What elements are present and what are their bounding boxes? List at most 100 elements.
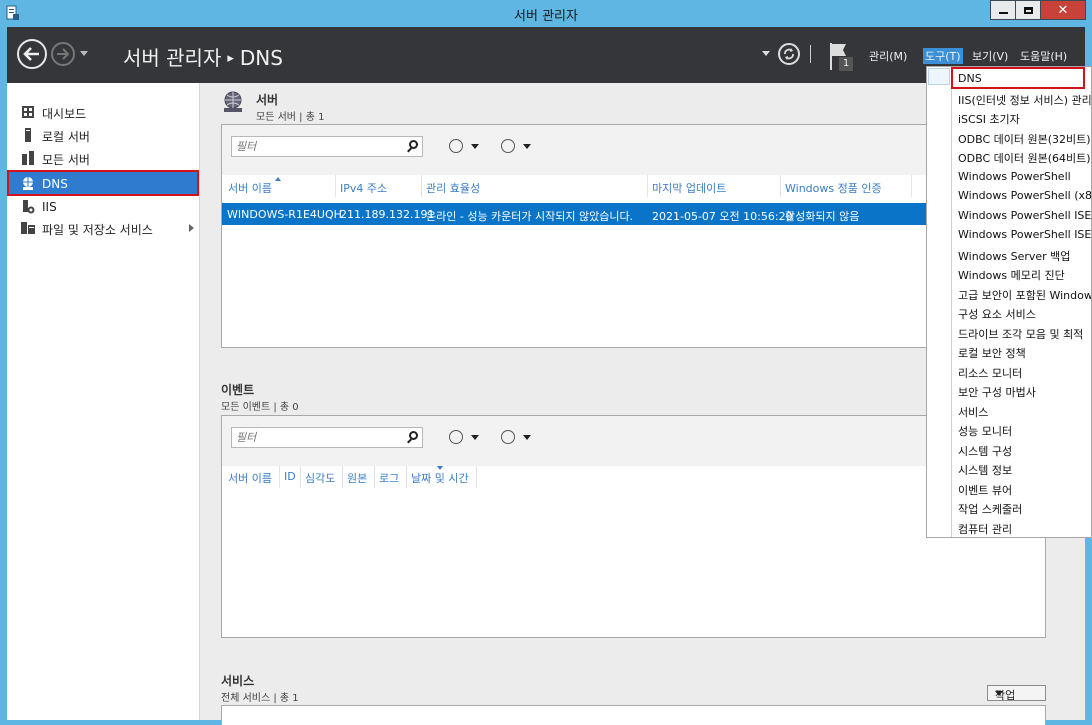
expand-arrow-icon[interactable]	[189, 224, 194, 232]
menu-item-services[interactable]: 서비스	[958, 404, 988, 420]
sidebar: 대시보드 로컬 서버 모든 서버 DNS IIS 파일 및 저장소 서비스	[7, 83, 200, 720]
col-activation[interactable]: Windows 정품 인증	[785, 180, 882, 196]
events-save-query-button[interactable]	[501, 430, 535, 446]
sidebar-item-label: IIS	[42, 200, 57, 214]
servers-filter-box	[231, 136, 423, 157]
maximize-button[interactable]	[1015, 0, 1041, 20]
cell-ipv4: 211.189.132.191	[340, 208, 435, 221]
column-divider[interactable]	[780, 175, 781, 197]
col-datetime[interactable]: 날짜 및 시간	[411, 470, 469, 486]
history-dropdown-icon[interactable]	[80, 51, 88, 56]
events-list-options-button[interactable]	[449, 430, 483, 446]
list-options-icon	[449, 430, 463, 444]
menu-item-powershell-ise-x86[interactable]: Windows PowerShell ISE (x8	[958, 228, 1091, 241]
menu-item-component-services[interactable]: 구성 요소 서비스	[958, 306, 1036, 322]
minimize-icon	[998, 12, 1008, 14]
refresh-button[interactable]	[778, 43, 800, 65]
close-button[interactable]: ✕	[1040, 0, 1086, 20]
col-server-name[interactable]: 서버 이름	[228, 180, 272, 196]
sidebar-item-label: 파일 및 저장소 서비스	[42, 223, 153, 237]
menu-tools[interactable]: 도구(T)	[923, 48, 963, 64]
menu-item-odbc32[interactable]: ODBC 데이터 원본(32비트)	[958, 131, 1091, 147]
menu-item-advanced-firewall[interactable]: 고급 보안이 포함된 Window	[958, 287, 1091, 303]
menu-manage[interactable]: 관리(M)	[869, 48, 907, 64]
col-last-update[interactable]: 마지막 업데이트	[652, 180, 726, 196]
chevron-down-icon	[523, 144, 531, 149]
menu-help[interactable]: 도움말(H)	[1020, 48, 1067, 64]
menu-item-event-viewer[interactable]: 이벤트 뷰어	[958, 482, 1012, 498]
menu-item-performance-monitor[interactable]: 성능 모니터	[958, 423, 1012, 439]
col-manageability[interactable]: 관리 효율성	[426, 180, 480, 196]
back-button[interactable]	[17, 39, 47, 69]
sidebar-item-dashboard[interactable]: 대시보드	[7, 101, 199, 123]
refresh-icon	[784, 48, 794, 60]
breadcrumb-root[interactable]: 서버 관리자	[123, 46, 221, 70]
services-task-button[interactable]: 작업	[987, 685, 1046, 702]
column-divider[interactable]	[374, 466, 375, 488]
col-server-name[interactable]: 서버 이름	[228, 470, 272, 486]
sidebar-item-file-storage[interactable]: 파일 및 저장소 서비스	[7, 217, 199, 239]
forward-button[interactable]	[51, 42, 75, 66]
sort-ascending-icon	[275, 177, 281, 181]
events-filter-input[interactable]	[232, 428, 400, 447]
servers-list-options-button[interactable]	[449, 139, 483, 155]
sidebar-item-iis[interactable]: IIS	[7, 196, 199, 218]
menu-item-odbc64[interactable]: ODBC 데이터 원본(64비트)	[958, 150, 1091, 166]
menu-item-defrag[interactable]: 드라이브 조각 모음 및 최적	[958, 326, 1083, 342]
col-id[interactable]: ID	[284, 470, 296, 483]
save-query-icon	[501, 430, 515, 444]
cell-last-update: 2021-05-07 오전 10:56:20	[652, 210, 793, 223]
menu-item-system-configuration[interactable]: 시스템 구성	[958, 443, 1012, 459]
servers-filter-bar	[222, 125, 926, 175]
sidebar-item-dns[interactable]: DNS	[7, 170, 199, 196]
dns-menu-highlight	[951, 67, 1085, 89]
col-log[interactable]: 로그	[379, 470, 399, 486]
events-section-subtitle: 모든 이벤트 | 총 0	[221, 402, 299, 413]
menu-item-iscsi[interactable]: iSCSI 초기자	[958, 111, 1020, 127]
sidebar-item-local-server[interactable]: 로컬 서버	[7, 124, 199, 146]
column-divider[interactable]	[911, 175, 912, 197]
menu-item-resource-monitor[interactable]: 리소스 모니터	[958, 365, 1022, 381]
col-severity[interactable]: 심각도	[305, 470, 335, 486]
col-ipv4[interactable]: IPv4 주소	[340, 180, 387, 196]
menu-item-system-information[interactable]: 시스템 정보	[958, 462, 1012, 478]
maximize-icon	[1023, 6, 1033, 14]
servers-globe-icon	[224, 91, 242, 112]
local-server-icon	[25, 128, 31, 142]
menu-view[interactable]: 보기(V)	[972, 48, 1008, 64]
servers-filter-input[interactable]	[232, 137, 400, 156]
events-section-title: 이벤트	[221, 383, 255, 397]
dashboard-icon	[22, 106, 34, 118]
menu-item-task-scheduler[interactable]: 작업 스케줄러	[958, 501, 1022, 517]
table-row[interactable]: WINDOWS-R1E4UQH 211.189.132.191 온라인 - 성능…	[222, 203, 926, 225]
menu-item-powershell[interactable]: Windows PowerShell	[958, 170, 1071, 183]
column-divider[interactable]	[300, 466, 301, 488]
menu-item-local-security-policy[interactable]: 로컬 보안 정책	[958, 345, 1026, 361]
chevron-down-icon	[523, 435, 531, 440]
services-panel	[221, 705, 1046, 725]
minimize-button[interactable]	[990, 0, 1016, 20]
toolbar-dropdown-icon[interactable]	[762, 51, 770, 56]
column-divider[interactable]	[647, 175, 648, 197]
column-divider[interactable]	[335, 175, 336, 197]
column-divider[interactable]	[421, 175, 422, 197]
menu-item-security-config-wizard[interactable]: 보안 구성 마법사	[958, 384, 1036, 400]
column-divider[interactable]	[279, 466, 280, 488]
title-bar: 서버 관리자 ✕	[0, 0, 1092, 27]
column-divider[interactable]	[406, 466, 407, 488]
menu-item-server-backup[interactable]: Windows Server 백업	[958, 248, 1070, 264]
column-divider[interactable]	[476, 466, 477, 488]
menu-item-computer-management[interactable]: 컴퓨터 관리	[958, 521, 1012, 537]
servers-save-query-button[interactable]	[501, 139, 535, 155]
search-icon[interactable]	[409, 140, 418, 149]
menu-item-iis-manager[interactable]: IIS(인터넷 정보 서비스) 관리	[958, 92, 1091, 108]
column-divider[interactable]	[342, 466, 343, 488]
search-icon[interactable]	[409, 431, 418, 440]
chevron-down-icon	[995, 691, 1003, 696]
menu-item-powershell-ise[interactable]: Windows PowerShell ISE	[958, 209, 1091, 222]
sidebar-item-all-servers[interactable]: 모든 서버	[7, 147, 199, 169]
menu-item-powershell-x86[interactable]: Windows PowerShell (x86)	[958, 189, 1091, 202]
menu-item-memory-diagnostic[interactable]: Windows 메모리 진단	[958, 267, 1065, 283]
save-query-icon	[501, 139, 515, 153]
col-source[interactable]: 원본	[347, 470, 367, 486]
